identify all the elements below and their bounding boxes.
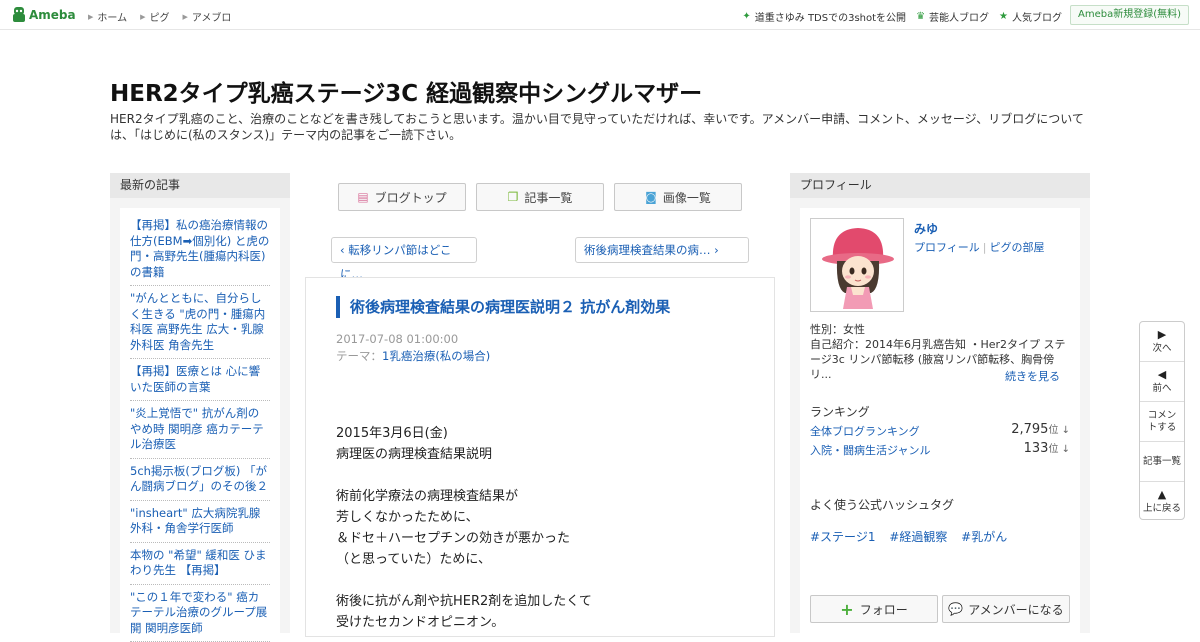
- blog-top-button[interactable]: ▤ ブログトップ: [338, 183, 466, 211]
- next-icon: ▶: [1158, 329, 1166, 341]
- ranking-row: 入院・闘病生活ジャンル 133位 ↓: [810, 442, 1070, 458]
- hashtag-link[interactable]: #乳がん: [961, 530, 1007, 544]
- body-line: ＆ドセ＋ハーセプチンの効きが悪かった: [336, 528, 592, 549]
- global-header: Ameba ▶ホーム ▶ピグ ▶アメブロ ✦道重さゆみ TDSでの3shotを公…: [0, 0, 1200, 30]
- next-article-link[interactable]: 術後病理検査結果の病… ›: [575, 237, 749, 263]
- floating-nav: ▶ 次へ ◀ 前へ コメントする 記事一覧 ▲ 上に戻る: [1139, 321, 1185, 520]
- article: 術後病理検査結果の病理医説明２ 抗がん剤効果 2017-07-08 01:00:…: [305, 277, 775, 637]
- body-line: [336, 465, 592, 486]
- global-nav: ▶ホーム ▶ピグ ▶アメブロ: [88, 9, 244, 24]
- caret-right-icon: ▶: [88, 13, 93, 21]
- body-line: 病理医の病理検査結果説明: [336, 444, 592, 465]
- caret-right-icon: ▶: [140, 13, 145, 21]
- crown-icon: ♛: [916, 11, 925, 22]
- ranking-row: 全体ブログランキング 2,795位 ↓: [810, 423, 1070, 439]
- ameba-logo-icon: [12, 6, 26, 23]
- list-item[interactable]: "insheart" 広大病院乳腺外科・角舎学行医師: [130, 506, 270, 543]
- article-body: 2015年3月6日(金) 病理医の病理検査結果説明 術前化学療法の病理検査結果が…: [336, 423, 592, 633]
- header-link-popular[interactable]: ★人気ブログ: [999, 9, 1062, 24]
- avatar-illustration: [811, 219, 904, 312]
- list-item[interactable]: "がんとともに、自分らしく生きる "虎の門・腫瘍内科医 高野先生 広大・乳腺外科…: [130, 291, 270, 359]
- article-title[interactable]: 術後病理検査結果の病理医説明２ 抗がん剤効果: [336, 296, 670, 318]
- profile-panel: プロフィール みゆ プロフィール|ピグの部屋 性別：女性: [790, 173, 1090, 633]
- article-list-button[interactable]: 記事一覧: [1140, 442, 1184, 482]
- nav-ameblo[interactable]: ▶アメブロ: [182, 9, 231, 24]
- hashtag-link[interactable]: #ステージ1: [810, 530, 875, 544]
- separator: |: [983, 241, 987, 254]
- star-icon: ✦: [742, 11, 750, 22]
- blog-top-icon: ▤: [357, 190, 368, 204]
- profile-links: プロフィール|ピグの部屋: [914, 239, 1045, 255]
- prev-article-link[interactable]: ‹ 転移リンパ節はどこに…: [331, 237, 477, 263]
- ranking-value: 133位 ↓: [1024, 440, 1070, 456]
- avatar[interactable]: [810, 218, 904, 312]
- pig-room-link[interactable]: ピグの部屋: [990, 241, 1045, 254]
- list-icon: ❐: [508, 190, 519, 204]
- ranking-label[interactable]: 入院・闘病生活ジャンル: [810, 444, 930, 457]
- profile-name[interactable]: みゆ: [914, 220, 938, 237]
- body-line: （と思っていた）ために、: [336, 549, 592, 570]
- hashtag-list: #ステージ1 #経過観察 #乳がん: [810, 528, 1017, 545]
- blog-nav-buttons: ▤ ブログトップ ❐ 記事一覧 ◙ 画像一覧: [338, 183, 752, 211]
- profile-gender: 性別：女性: [810, 322, 1072, 337]
- plus-icon: +: [840, 600, 853, 619]
- blog-description: HER2タイプ乳癌のこと、治療のことなどを書き残しておこうと思います。温かい目で…: [110, 111, 1095, 143]
- list-item[interactable]: "炎上覚悟で" 抗がん剤のやめ時 関明彦 癌カテーテル治療医: [130, 406, 270, 459]
- header-link-news[interactable]: ✦道重さゆみ TDSでの3shotを公開: [742, 9, 906, 24]
- ranking-heading: ランキング: [810, 403, 870, 420]
- recent-articles-list: 【再掲】私の癌治療情報の仕方(EBM➡個別化) と虎の門・高野先生(腫瘍内科医)…: [120, 208, 280, 638]
- list-item[interactable]: 5ch掲示板(ブログ板) 「がん闘病ブログ」のその後２: [130, 464, 270, 501]
- hashtag-heading: よく使う公式ハッシュタグ: [810, 496, 954, 513]
- article-theme: テーマ：1乳癌治療(私の場合): [336, 348, 490, 364]
- header-link-celebrity[interactable]: ♛芸能人ブログ: [916, 9, 989, 24]
- nav-home[interactable]: ▶ホーム: [88, 9, 127, 24]
- up-icon: ▲: [1158, 489, 1166, 501]
- ameba-logo[interactable]: Ameba: [12, 6, 76, 23]
- body-line: 芳しくなかったために、: [336, 507, 592, 528]
- ranking-value: 2,795位 ↓: [1011, 421, 1070, 437]
- article-list-button[interactable]: ❐ 記事一覧: [476, 183, 604, 211]
- register-button[interactable]: Ameba新規登録(無料): [1070, 5, 1189, 25]
- hashtag-link[interactable]: #経過観察: [889, 530, 947, 544]
- prev-button[interactable]: ◀ 前へ: [1140, 362, 1184, 402]
- back-to-top-button[interactable]: ▲ 上に戻る: [1140, 482, 1184, 522]
- camera-icon: ◙: [645, 190, 657, 204]
- list-item[interactable]: 本物の "希望" 緩和医 ひまわり先生 【再掲】: [130, 548, 270, 585]
- body-line: 2015年3月6日(金): [336, 423, 592, 444]
- recent-articles-panel: 最新の記事 【再掲】私の癌治療情報の仕方(EBM➡個別化) と虎の門・高野先生(…: [110, 173, 290, 633]
- follow-button[interactable]: + フォロー: [810, 595, 938, 623]
- read-more-link[interactable]: 続きを見る: [1005, 368, 1060, 384]
- body-line: 術前化学療法の病理検査結果が: [336, 486, 592, 507]
- image-list-button[interactable]: ◙ 画像一覧: [614, 183, 742, 211]
- blog-title[interactable]: HER2タイプ乳癌ステージ3C 経過観察中シングルマザー: [110, 74, 702, 108]
- profile-link[interactable]: プロフィール: [914, 241, 980, 254]
- body-line: 術後に抗がん剤や抗HER2剤を追加したくて: [336, 591, 592, 612]
- prev-icon: ◀: [1158, 369, 1166, 381]
- article-date: 2017-07-08 01:00:00: [336, 332, 458, 346]
- recent-articles-heading: 最新の記事: [110, 173, 290, 198]
- list-item[interactable]: "この１年で変わる" 癌カテーテル治療のグループ展開 関明彦医師: [130, 590, 270, 642]
- ranking-label[interactable]: 全体ブログランキング: [810, 425, 920, 438]
- star-icon: ★: [999, 11, 1008, 22]
- list-item[interactable]: 【再掲】私の癌治療情報の仕方(EBM➡個別化) と虎の門・高野先生(腫瘍内科医)…: [130, 218, 270, 286]
- next-button[interactable]: ▶ 次へ: [1140, 322, 1184, 362]
- caret-right-icon: ▶: [182, 13, 187, 21]
- amember-button[interactable]: 💬 アメンバーになる: [942, 595, 1070, 623]
- profile-heading: プロフィール: [790, 173, 1090, 198]
- body-line: [336, 570, 592, 591]
- logo-text: Ameba: [29, 8, 76, 22]
- profile-box: みゆ プロフィール|ピグの部屋 性別：女性 自己紹介：2014年6月乳癌告知 ・…: [800, 208, 1080, 638]
- theme-link[interactable]: 1乳癌治療(私の場合): [382, 349, 490, 363]
- list-item[interactable]: 【再掲】医療とは 心に響いた医師の言葉: [130, 364, 270, 401]
- header-links: ✦道重さゆみ TDSでの3shotを公開 ♛芸能人ブログ ★人気ブログ: [742, 9, 1072, 24]
- comment-button[interactable]: コメントする: [1140, 402, 1184, 442]
- nav-pigg[interactable]: ▶ピグ: [140, 9, 169, 24]
- chat-icon: 💬: [948, 602, 963, 616]
